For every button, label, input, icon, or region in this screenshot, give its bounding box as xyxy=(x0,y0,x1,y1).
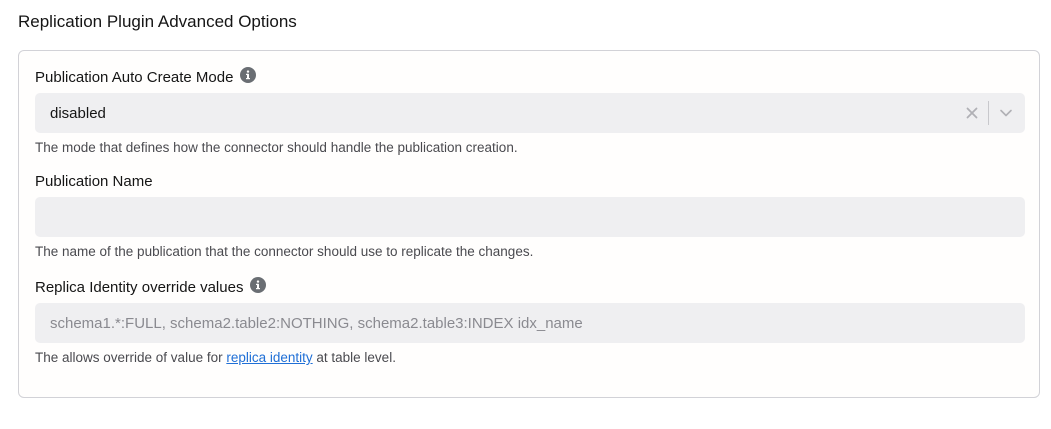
publication-name-input[interactable] xyxy=(50,208,1025,226)
select-controls xyxy=(963,93,1025,133)
publication-name-label-text: Publication Name xyxy=(35,173,153,190)
replica-identity-input[interactable] xyxy=(50,314,1025,332)
replica-identity-field[interactable] xyxy=(35,303,1025,343)
section-title: Replication Plugin Advanced Options xyxy=(18,12,297,31)
advanced-options-panel: Publication Auto Create Mode disabled Th… xyxy=(18,50,1040,398)
select-separator xyxy=(988,101,989,125)
publication-name-field[interactable] xyxy=(35,197,1025,237)
clear-icon[interactable] xyxy=(963,104,981,122)
publication-auto-create-mode-label: Publication Auto Create Mode xyxy=(35,67,257,88)
publication-auto-create-mode-value: disabled xyxy=(50,104,106,122)
replica-identity-label-text: Replica Identity override values xyxy=(35,279,244,296)
info-icon[interactable] xyxy=(250,277,267,293)
publication-auto-create-mode-label-text: Publication Auto Create Mode xyxy=(35,69,234,86)
publication-name-help: The name of the publication that the con… xyxy=(35,244,534,259)
replica-identity-label: Replica Identity override values xyxy=(35,277,267,298)
publication-auto-create-mode-help: The mode that defines how the connector … xyxy=(35,140,518,155)
replica-identity-help: The allows override of value for replica… xyxy=(35,349,396,367)
info-icon[interactable] xyxy=(240,67,257,83)
replica-identity-link[interactable]: replica identity xyxy=(226,350,312,365)
publication-name-label: Publication Name xyxy=(35,172,153,192)
replica-identity-help-prefix: The allows override of value for xyxy=(35,350,227,365)
publication-auto-create-mode-select[interactable]: disabled xyxy=(35,93,1025,133)
replica-identity-help-suffix: at table level. xyxy=(312,350,396,365)
chevron-down-icon[interactable] xyxy=(997,104,1015,122)
